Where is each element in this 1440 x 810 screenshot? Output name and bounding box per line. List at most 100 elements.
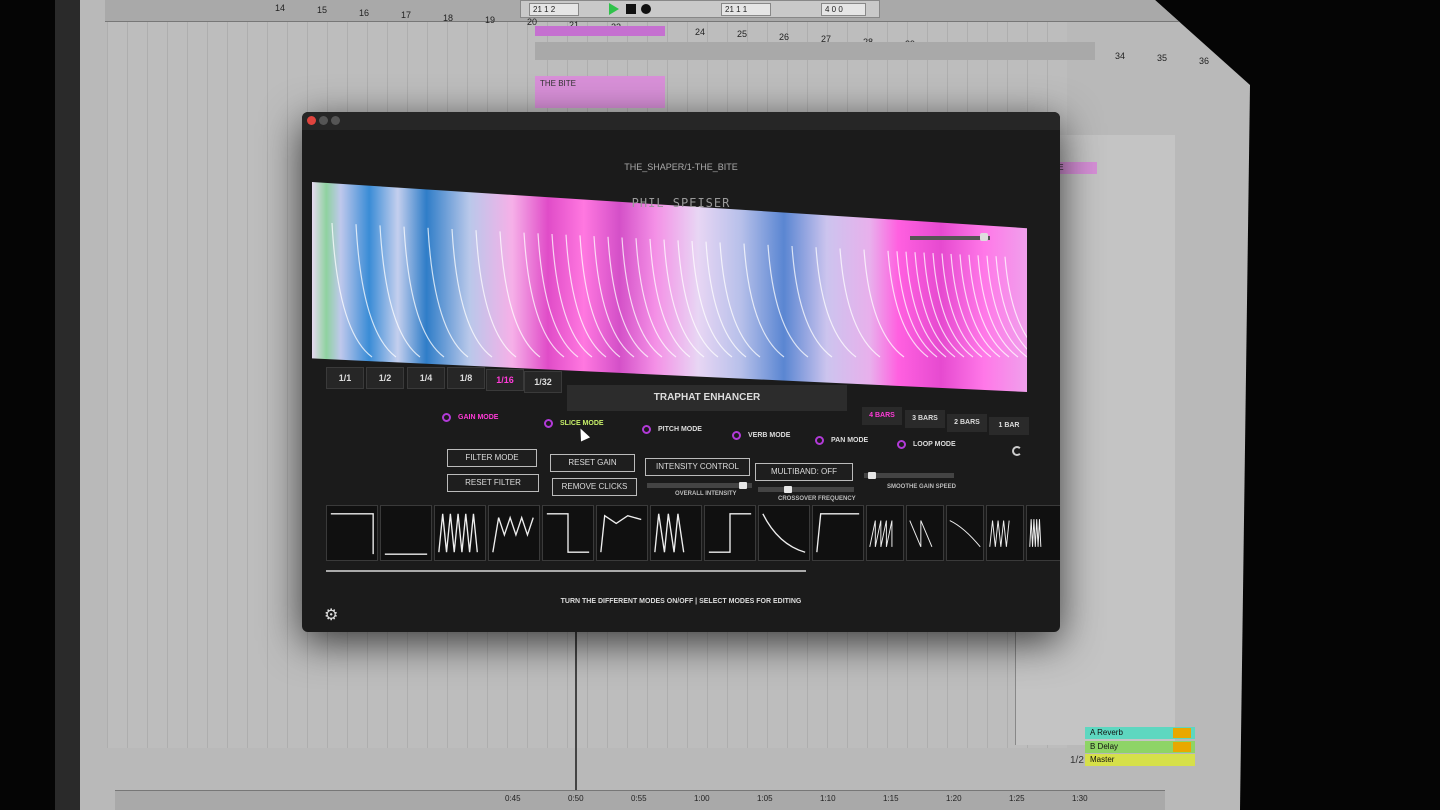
output-slider[interactable] (910, 236, 990, 240)
shape-preset[interactable] (380, 505, 432, 561)
left-panel-strip (55, 0, 80, 810)
overall-intensity-knob[interactable] (739, 482, 748, 489)
shape-preset[interactable] (596, 505, 648, 561)
solo-button[interactable] (1173, 728, 1191, 738)
transport-bar: 21 1 2 21 1 1 4 0 0 (520, 0, 880, 18)
gear-icon[interactable]: ⚙ (324, 608, 340, 624)
shape-preset[interactable] (542, 505, 594, 561)
ruler-tick: 35 (1157, 53, 1168, 64)
ruler-tick: 34 (1115, 51, 1126, 61)
pitch-mode-label: PITCH MODE (658, 426, 702, 433)
grid-1-32[interactable]: 1/32 (524, 371, 562, 393)
pan-mode-button[interactable]: PAN MODE (815, 433, 868, 449)
master-track[interactable]: Master (1085, 754, 1195, 766)
ruler-tick: 37 (1241, 58, 1250, 69)
power-icon (897, 440, 906, 449)
crossover-frequency-slider[interactable] (758, 487, 854, 492)
power-icon (815, 436, 824, 445)
slice-mode-button[interactable]: SLICE MODE (544, 416, 604, 432)
grid-1-16[interactable]: 1/16 (486, 369, 524, 391)
master-label: Master (1090, 755, 1115, 764)
clip-name: THE BITE (540, 79, 577, 88)
smoothe-gain-speed-knob[interactable] (868, 472, 877, 479)
time-tick: 1:30 (1072, 794, 1088, 803)
ruler-tick: 14 (275, 3, 286, 13)
time-tick: 1:15 (883, 794, 899, 803)
grid-1-1[interactable]: 1/1 (326, 367, 364, 389)
power-icon (442, 413, 451, 422)
record-icon[interactable] (641, 4, 651, 14)
shape-preset[interactable] (758, 505, 810, 561)
shape-preset[interactable] (866, 505, 904, 561)
shape-preset[interactable] (986, 505, 1024, 561)
loop-mode-label: LOOP MODE (913, 441, 956, 448)
ruler-tick: 24 (695, 27, 706, 37)
help-text: TURN THE DIFFERENT MODES ON/OFF | SELECT… (560, 598, 802, 605)
time-tick: 1:20 (946, 794, 962, 803)
minimize-window-button[interactable] (319, 116, 328, 125)
ruler-tick: 15 (317, 5, 328, 16)
multiband-button[interactable]: MULTIBAND: OFF (755, 463, 853, 481)
close-window-button[interactable] (307, 116, 316, 125)
verb-mode-button[interactable]: VERB MODE (732, 428, 790, 444)
crossover-frequency-knob[interactable] (784, 486, 793, 493)
time-tick: 0:55 (631, 794, 647, 803)
plugin-titlebar[interactable] (302, 112, 1060, 130)
filter-mode-button[interactable]: FILTER MODE (447, 449, 537, 467)
reset-filter-button[interactable]: RESET FILTER (447, 474, 539, 492)
undo-icon[interactable] (1012, 446, 1022, 456)
remove-clicks-button[interactable]: REMOVE CLICKS (552, 478, 637, 496)
ruler-tick: 19 (485, 15, 496, 25)
playhead[interactable] (575, 630, 577, 810)
grid-1-2[interactable]: 1/2 (366, 367, 404, 389)
intensity-control-button[interactable]: INTENSITY CONTROL (645, 458, 750, 476)
shape-preset[interactable] (812, 505, 864, 561)
loop-mode-button[interactable]: LOOP MODE (897, 437, 956, 453)
stop-icon[interactable] (626, 4, 636, 14)
verb-mode-label: VERB MODE (748, 432, 791, 439)
gain-mode-label: GAIN MODE (458, 414, 499, 421)
overall-intensity-slider[interactable] (647, 483, 752, 488)
loop-ruler[interactable] (535, 42, 1095, 60)
power-icon (642, 425, 651, 434)
time-tick: 1:05 (757, 794, 773, 803)
time-ruler[interactable]: 0:45 0:50 0:55 1:00 1:05 1:10 1:15 1:20 1:25 1:30 (115, 790, 1165, 810)
output-slider-knob[interactable] (980, 233, 988, 241)
shape-preset[interactable] (906, 505, 944, 561)
shape-preset[interactable] (946, 505, 984, 561)
shape-preset[interactable] (488, 505, 540, 561)
shape-scrollbar[interactable] (326, 570, 806, 572)
solo-button[interactable] (1173, 742, 1191, 752)
time-tick: 0:50 (568, 794, 584, 803)
gain-mode-button[interactable]: GAIN MODE (442, 410, 498, 426)
preset-name[interactable]: TRAPHAT ENHANCER (567, 385, 847, 411)
loop-length[interactable]: 4 0 0 (821, 3, 866, 16)
shape-preset[interactable] (650, 505, 702, 561)
time-tick: 1:10 (820, 794, 836, 803)
smoothe-gain-speed-slider[interactable] (864, 473, 954, 478)
reset-gain-button[interactable]: RESET GAIN (550, 454, 635, 472)
return-b-label: B Delay (1090, 742, 1119, 751)
shape-preset[interactable] (704, 505, 756, 561)
play-icon[interactable] (609, 3, 619, 15)
grid-1-4[interactable]: 1/4 (407, 367, 445, 389)
loop-start[interactable]: 21 1 1 (721, 3, 771, 16)
pitch-mode-button[interactable]: PITCH MODE (642, 422, 702, 438)
power-icon (544, 419, 553, 428)
ruler-tick: 26 (779, 31, 790, 42)
waveform-display[interactable] (312, 182, 1027, 392)
loop-brace[interactable] (535, 26, 665, 36)
ruler-tick: 18 (443, 12, 454, 23)
return-a-label: A Reverb (1090, 728, 1123, 737)
shape-preset[interactable] (326, 505, 378, 561)
shape-preset[interactable] (1026, 505, 1060, 561)
page-indicator: 1/2 (1070, 755, 1084, 766)
song-position[interactable]: 21 1 2 (529, 3, 579, 16)
mode-selector: GAIN MODE SLICE MODE PITCH MODE VERB MOD… (432, 410, 1012, 450)
time-tick: 1:25 (1009, 794, 1025, 803)
grid-1-8[interactable]: 1/8 (447, 367, 485, 389)
maximize-window-button[interactable] (331, 116, 340, 125)
ruler-tick: 25 (737, 29, 748, 40)
clip[interactable]: THE BITE (535, 76, 665, 108)
shape-preset[interactable] (434, 505, 486, 561)
